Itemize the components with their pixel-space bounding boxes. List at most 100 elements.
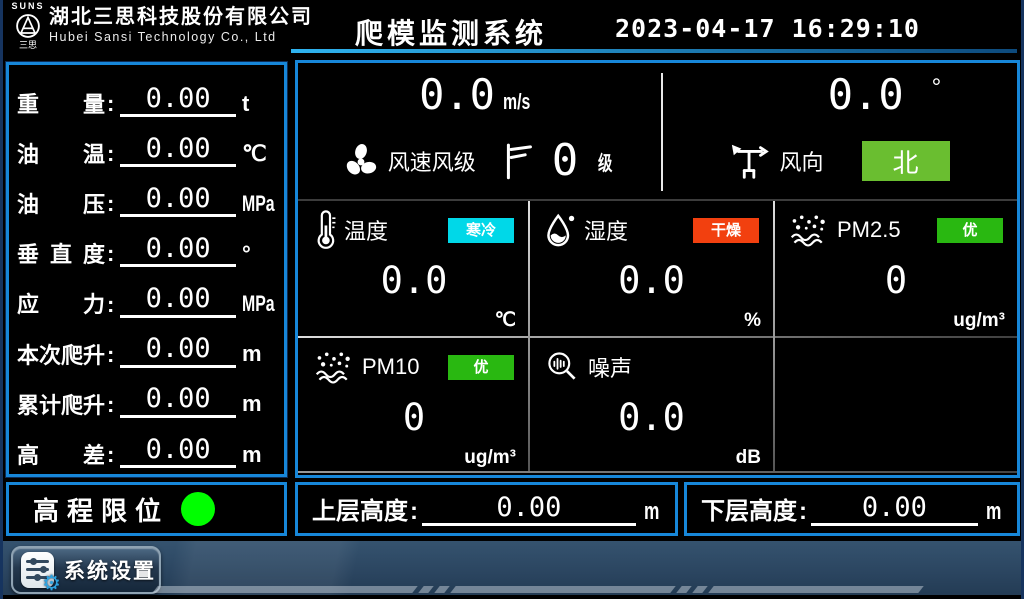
sensor-value: 0 <box>789 259 1003 303</box>
sliders-icon: ⚙ <box>21 552 54 588</box>
sensor-value: 0.0 <box>314 259 514 303</box>
sensor-unit: % <box>744 310 761 332</box>
sensor-name: 湿度 <box>584 214 628 246</box>
colon: : <box>799 498 807 526</box>
sensor-cell-humidity: 湿度 干燥 0.0 % <box>528 201 773 338</box>
noise-icon <box>544 349 580 385</box>
metric-row-stress: 应力: 0.00 MPa <box>17 272 276 318</box>
elevation-limit-indicator <box>181 492 215 526</box>
metric-row-weight: 重量: 0.00 t <box>17 71 276 117</box>
system-settings-button[interactable]: ⚙ 系统设置 <box>11 546 161 594</box>
metric-value: 0.00 <box>120 235 236 267</box>
sensor-grid: 温度 寒冷 0.0 ℃ 湿度 干燥 0.0 % <box>298 201 1017 475</box>
sensor-status-badge: 优 <box>937 218 1003 243</box>
colon: : <box>107 241 114 267</box>
wind-direction-label: 风向 <box>779 145 823 177</box>
environment-panel: 0.0 m/s 风速风级 <box>295 60 1020 478</box>
company-logo: SUNS 三思 <box>11 2 45 54</box>
metric-label: 高差 <box>17 444 105 468</box>
colon: : <box>107 191 114 217</box>
metric-label: 油压 <box>17 193 105 217</box>
metric-unit: ° <box>242 241 276 267</box>
metric-value: 0.00 <box>120 285 236 317</box>
metric-row-total-climb: 累计爬升: 0.00 m <box>17 372 276 418</box>
sensor-unit: ug/m³ <box>464 447 516 469</box>
metric-label: 本次爬升 <box>17 344 105 368</box>
company-name: 湖北三思科技股份有限公司 Hubei Sansi Technology Co.,… <box>49 5 313 46</box>
sensor-value: 0.0 <box>544 396 759 440</box>
metric-unit: t <box>242 91 276 117</box>
colon: : <box>107 91 114 117</box>
sensor-value: 0 <box>314 396 514 440</box>
fan-icon <box>342 142 380 180</box>
upper-height-value: 0.00 <box>422 494 636 526</box>
upper-height-box: 上层高度: 0.00 m <box>295 482 678 536</box>
metric-value: 0.00 <box>120 385 236 417</box>
wind-speed-value: 0.0 <box>419 70 495 119</box>
company-name-en: Hubei Sansi Technology Co., Ltd <box>49 29 313 46</box>
sensor-name: PM10 <box>362 354 419 380</box>
upper-height-unit: m <box>644 498 659 526</box>
wind-vane-icon <box>729 141 771 181</box>
header: SUNS 三思 湖北三思科技股份有限公司 Hubei Sansi Technol… <box>3 0 1021 56</box>
elevation-limit-box: 高程限位 <box>6 482 287 536</box>
wind-level-icon <box>504 140 534 182</box>
metric-row-height-diff: 高差: 0.00 m <box>17 422 276 468</box>
droplet-icon <box>544 212 576 248</box>
lower-height-value: 0.00 <box>811 494 978 526</box>
sensor-name: 温度 <box>344 214 388 246</box>
wind-section: 0.0 m/s 风速风级 <box>298 63 1017 199</box>
logo-cn-text: 三思 <box>11 41 45 50</box>
sensor-name: 噪声 <box>588 351 632 383</box>
colon: : <box>410 498 418 526</box>
metric-label: 累计爬升 <box>17 394 105 418</box>
sensor-status-badge: 优 <box>448 355 514 380</box>
colon: : <box>107 342 114 368</box>
thermometer-icon <box>314 210 336 250</box>
lower-height-label: 下层高度 <box>701 498 797 526</box>
colon: : <box>107 292 114 318</box>
system-settings-label: 系统设置 <box>64 555 156 585</box>
footer-decor-stripes <box>152 586 923 593</box>
header-accent-line <box>291 49 1017 53</box>
metric-unit: MPa <box>242 191 275 217</box>
sensor-status-badge: 寒冷 <box>448 218 514 243</box>
colon: : <box>107 392 114 418</box>
wind-direction-button[interactable]: 北 <box>862 141 950 181</box>
metric-unit: ℃ <box>242 141 276 167</box>
metric-unit: m <box>242 391 276 417</box>
metric-row-verticality: 垂直度: 0.00 ° <box>17 221 276 267</box>
metric-label: 重量 <box>17 93 105 117</box>
lower-height-box: 下层高度: 0.00 m <box>684 482 1020 536</box>
sensor-status-badge: 干燥 <box>693 218 759 243</box>
datetime-display: 2023-04-17 16:29:10 <box>615 14 920 43</box>
sensor-cell-empty <box>773 338 1017 475</box>
sensor-cell-temperature: 温度 寒冷 0.0 ℃ <box>298 201 528 338</box>
sensor-unit: ug/m³ <box>953 310 1005 332</box>
metric-value: 0.00 <box>120 436 236 468</box>
gear-icon: ⚙ <box>42 573 61 594</box>
metric-row-oil-pressure: 油压: 0.00 MPa <box>17 171 276 217</box>
metric-value: 0.00 <box>120 335 236 367</box>
metric-value: 0.00 <box>120 185 236 217</box>
climbing-formwork-monitor-screen: SUNS 三思 湖北三思科技股份有限公司 Hubei Sansi Technol… <box>0 0 1024 599</box>
sensor-name: PM2.5 <box>837 217 901 243</box>
metric-label: 垂直度 <box>17 243 105 267</box>
sensor-value: 0.0 <box>544 259 759 303</box>
wind-speed-unit: m/s <box>503 78 530 126</box>
metrics-panel: 重量: 0.00 t 油温: 0.00 ℃ 油压: 0.00 MPa 垂直度: … <box>6 62 287 477</box>
wind-speed-label: 风速风级 <box>388 145 476 177</box>
sensor-cell-noise: 噪声 0.0 dB <box>528 338 773 475</box>
lower-height-unit: m <box>986 498 1001 526</box>
upper-height-label: 上层高度 <box>312 498 408 526</box>
company-name-cn: 湖北三思科技股份有限公司 <box>49 5 313 29</box>
metric-unit: m <box>242 341 276 367</box>
wind-direction-value: 0.0 <box>828 70 904 119</box>
metric-unit: MPa <box>242 291 275 317</box>
metric-value: 0.00 <box>120 85 236 117</box>
dust-icon <box>789 213 829 247</box>
metric-label: 应力 <box>17 293 105 317</box>
metric-row-current-climb: 本次爬升: 0.00 m <box>17 322 276 368</box>
page-title: 爬模监测系统 <box>355 12 547 52</box>
sensor-unit: ℃ <box>495 309 516 332</box>
